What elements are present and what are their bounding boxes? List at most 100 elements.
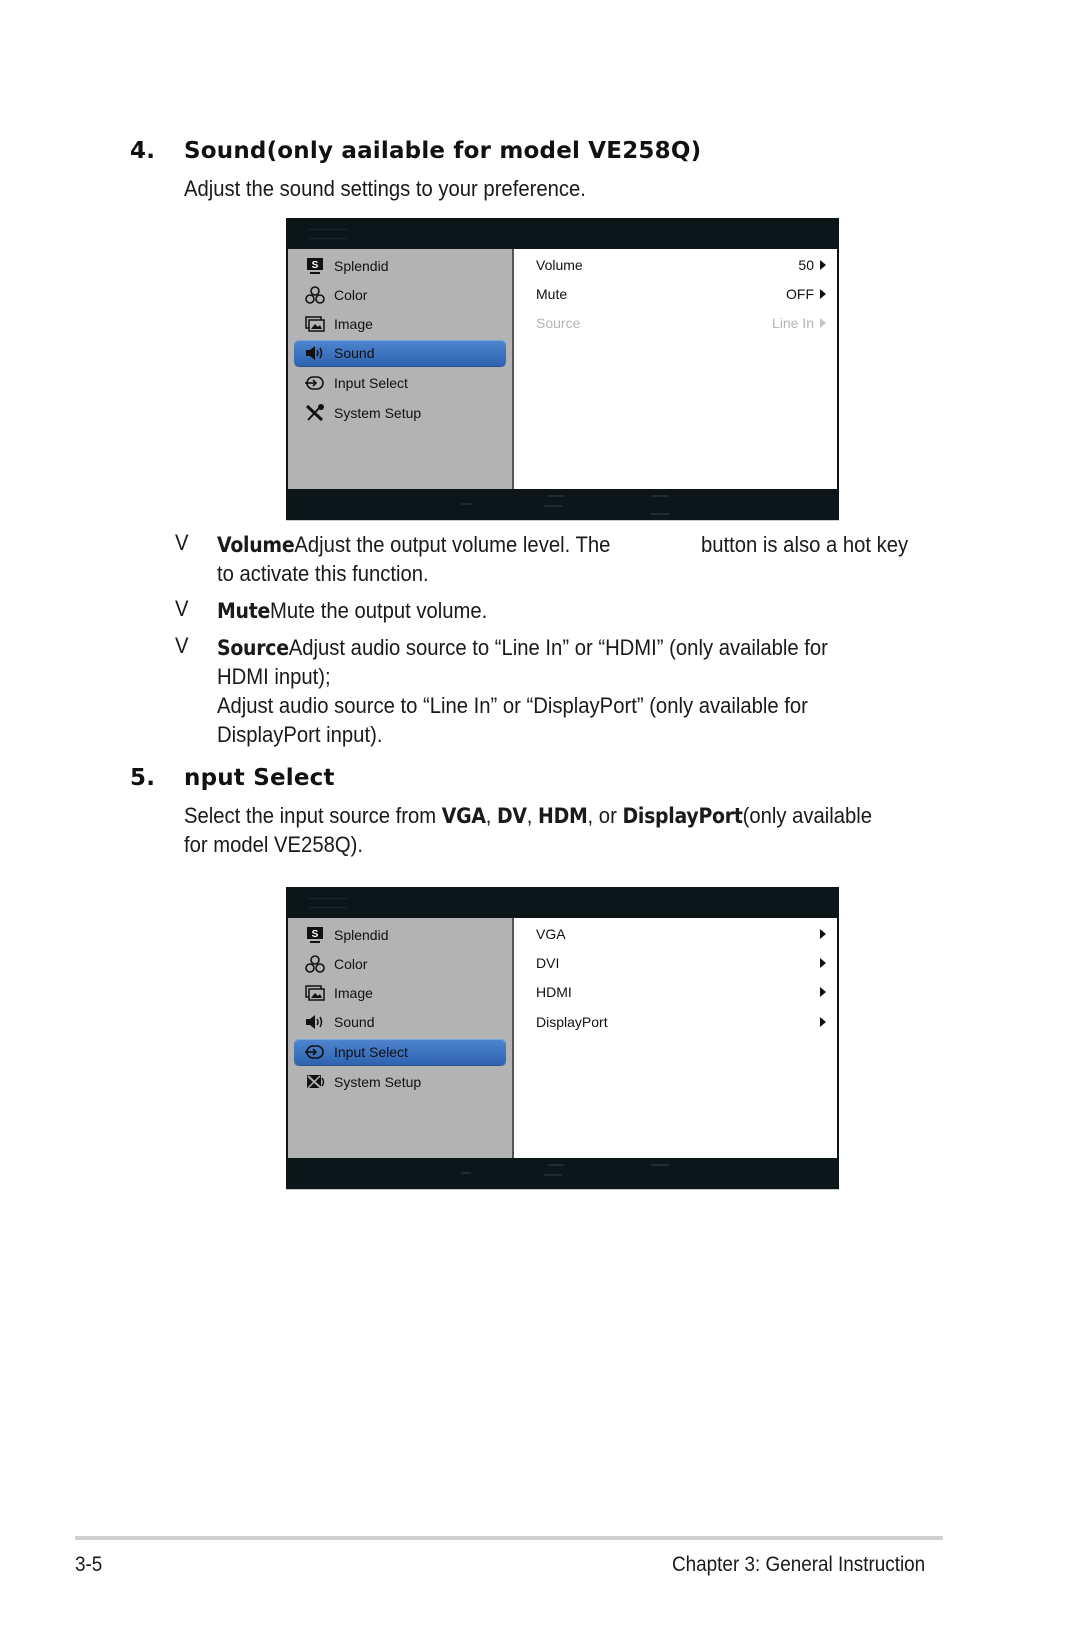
menu-item-sound[interactable]: Sound	[294, 1009, 506, 1035]
input-select-icon	[304, 1042, 326, 1062]
menu-item-system-setup[interactable]: System Setup	[294, 1069, 506, 1095]
option-dvi[interactable]: DVI	[536, 952, 826, 974]
osd-header	[286, 887, 839, 918]
section-title: Sound(only aailable for model VE258Q)	[184, 138, 702, 164]
keyword-dvi: DV	[496, 804, 527, 828]
menu-item-label: Color	[334, 287, 368, 303]
section-number: 5.	[130, 765, 156, 791]
intro-text: Select the input source from	[184, 803, 442, 828]
option-label: Mute	[536, 286, 568, 302]
menu-item-system-setup[interactable]: System Setup	[294, 400, 506, 426]
menu-item-input-select[interactable]: Input Select	[294, 1039, 506, 1065]
osd-options-panel: Volume 50 Mute OFF Source Line In	[514, 249, 837, 489]
chapter-title: Chapter 3: General Instruction	[672, 1553, 926, 1576]
menu-item-label: Sound	[334, 345, 375, 361]
menu-item-label: System Setup	[334, 405, 422, 421]
menu-item-label: Input Select	[334, 1044, 408, 1060]
option-mute[interactable]: Mute OFF	[536, 283, 826, 305]
bullet-source-line2: HDMI input);	[217, 664, 331, 689]
bullet-mark: V	[175, 530, 189, 555]
bullet-text: Mute the output volume.	[270, 598, 488, 623]
menu-item-label: Image	[334, 316, 373, 332]
option-volume[interactable]: Volume 50	[536, 254, 826, 276]
bullet-source-line3: Adjust audio source to “Line In” or “Dis…	[217, 693, 808, 718]
keyword-vga: VGA	[441, 804, 486, 828]
section-4-intro: Adjust the sound settings to your prefer…	[184, 176, 586, 201]
menu-item-input-select[interactable]: Input Select	[294, 370, 506, 396]
arrow-right-icon	[820, 958, 826, 968]
osd-menu-panel: S Splendid Color Image Sound Input Selec…	[288, 918, 514, 1158]
osd-header	[286, 218, 839, 249]
option-label: Source	[536, 315, 581, 331]
osd-footer	[286, 489, 839, 520]
color-icon	[304, 285, 326, 305]
option-label: Volume	[536, 257, 583, 273]
input-select-icon	[304, 373, 326, 393]
osd-menu-panel: S Splendid Color Image Sound Input Selec…	[288, 249, 514, 489]
option-value: Line In	[771, 315, 814, 331]
bullet-mute: MuteMute the output volume.	[217, 596, 487, 626]
section-5-intro-line2: for model VE258Q).	[184, 832, 363, 857]
system-setup-icon	[304, 1072, 326, 1092]
option-label: HDMI	[536, 984, 572, 1000]
menu-item-sound[interactable]: Sound	[294, 340, 506, 366]
svg-text:S: S	[312, 929, 319, 940]
menu-item-label: Color	[334, 956, 368, 972]
option-vga[interactable]: VGA	[536, 923, 826, 945]
menu-item-color[interactable]: Color	[294, 951, 506, 977]
page-number: 3-5	[75, 1553, 103, 1576]
osd-options-panel: VGA DVI HDMI DisplayPort	[514, 918, 837, 1158]
section-title: nput Select	[184, 765, 335, 791]
osd-footer	[286, 1158, 839, 1189]
section-number: 4.	[130, 138, 156, 164]
arrow-right-icon	[820, 929, 826, 939]
bullet-text: Adjust audio source to “Line In” or “HDM…	[288, 635, 828, 660]
bullet-text: Adjust the output volume level. The	[294, 532, 611, 557]
svg-text:S: S	[312, 260, 319, 271]
bullet-keyword: Mute	[217, 599, 271, 623]
menu-item-splendid[interactable]: S Splendid	[294, 922, 506, 948]
arrow-right-icon	[820, 987, 826, 997]
sound-icon	[304, 1012, 326, 1032]
option-value: OFF	[786, 286, 814, 302]
menu-item-label: Splendid	[334, 927, 389, 943]
option-label: DVI	[536, 955, 560, 971]
osd-logo	[308, 229, 348, 239]
menu-item-image[interactable]: Image	[294, 980, 506, 1006]
sound-icon	[304, 343, 326, 363]
menu-item-label: Image	[334, 985, 373, 1001]
menu-item-color[interactable]: Color	[294, 282, 506, 308]
image-icon	[304, 314, 326, 334]
option-displayport[interactable]: DisplayPort	[536, 1011, 826, 1033]
option-hdmi[interactable]: HDMI	[536, 981, 826, 1003]
footer-divider	[75, 1536, 943, 1540]
menu-item-label: Input Select	[334, 375, 408, 391]
image-icon	[304, 983, 326, 1003]
menu-item-label: System Setup	[334, 1074, 422, 1090]
osd-logo	[308, 898, 348, 908]
intro-text: ,	[485, 803, 497, 828]
bullet-source-line4: DisplayPort input).	[217, 722, 383, 747]
section-5-heading: 5. nput Select	[130, 765, 830, 795]
option-value: 50	[798, 257, 814, 273]
menu-item-splendid[interactable]: S Splendid	[294, 253, 506, 279]
system-setup-icon	[304, 403, 326, 423]
bullet-volume-after-gap: button is also a hot key	[701, 532, 909, 557]
section-5-intro: Select the input source from VGA, DV, HD…	[184, 801, 872, 831]
intro-text: ,	[526, 803, 539, 828]
intro-text: , or	[587, 803, 623, 828]
menu-item-label: Sound	[334, 1014, 375, 1030]
intro-text: (only available	[742, 803, 873, 828]
keyword-hdmi: HDM	[538, 804, 588, 828]
arrow-right-icon	[820, 318, 826, 328]
section-4-heading: 4. Sound(only aailable for model VE258Q)	[130, 138, 830, 168]
splendid-icon: S	[304, 925, 326, 945]
option-label: VGA	[536, 926, 566, 942]
arrow-right-icon	[820, 289, 826, 299]
bullet-keyword: Volume	[217, 533, 295, 557]
keyword-displayport: DisplayPort	[622, 804, 743, 828]
osd-window-sound: S Splendid Color Image Sound Input Selec…	[286, 218, 839, 520]
arrow-right-icon	[820, 260, 826, 270]
menu-item-image[interactable]: Image	[294, 311, 506, 337]
bullet-volume-continuation: to activate this function.	[217, 561, 429, 586]
